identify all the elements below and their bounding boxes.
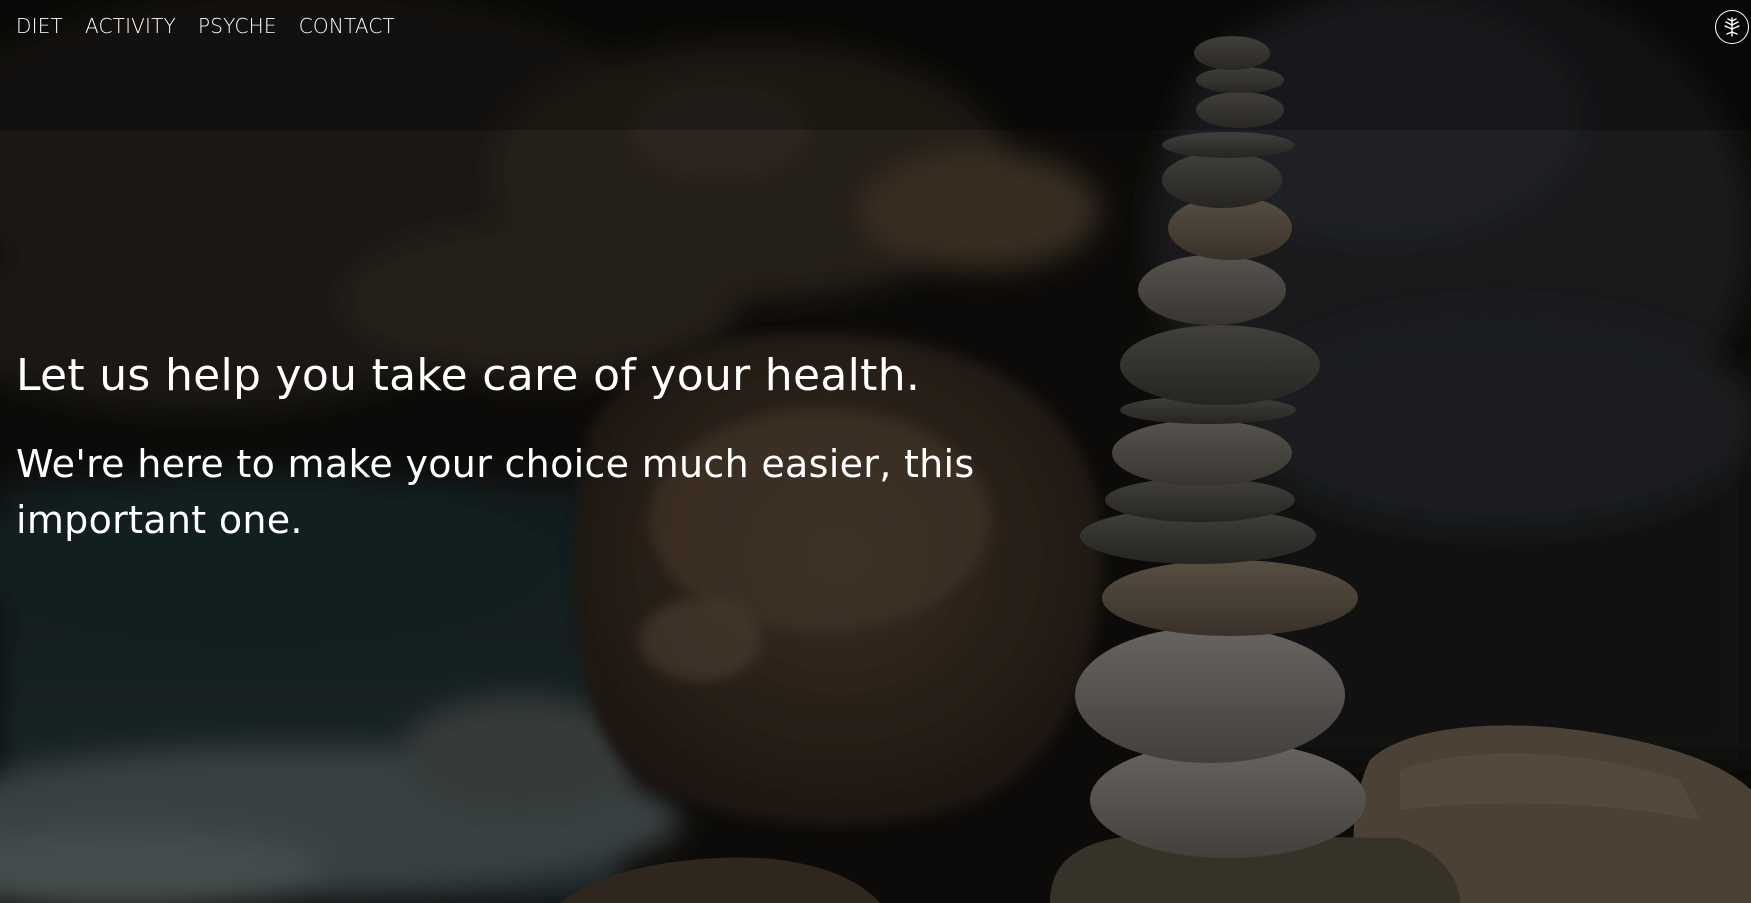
hero-subline: We're here to make your choice much easi…: [16, 442, 975, 542]
nav-item-contact[interactable]: CONTACT: [299, 14, 395, 38]
logo-button[interactable]: [1715, 10, 1749, 44]
hero-headline: Let us help you take care of your health…: [16, 350, 921, 401]
nav-item-psyche[interactable]: PSYCHE: [198, 14, 277, 38]
snowflake-tree-icon: [1724, 17, 1740, 37]
main-nav: DIET ACTIVITY PSYCHE CONTACT: [16, 14, 395, 38]
nav-item-diet[interactable]: DIET: [16, 14, 63, 38]
hero-section: DIET ACTIVITY PSYCHE CONTACT Let us help…: [0, 0, 1751, 903]
nav-item-activity[interactable]: ACTIVITY: [85, 14, 176, 38]
